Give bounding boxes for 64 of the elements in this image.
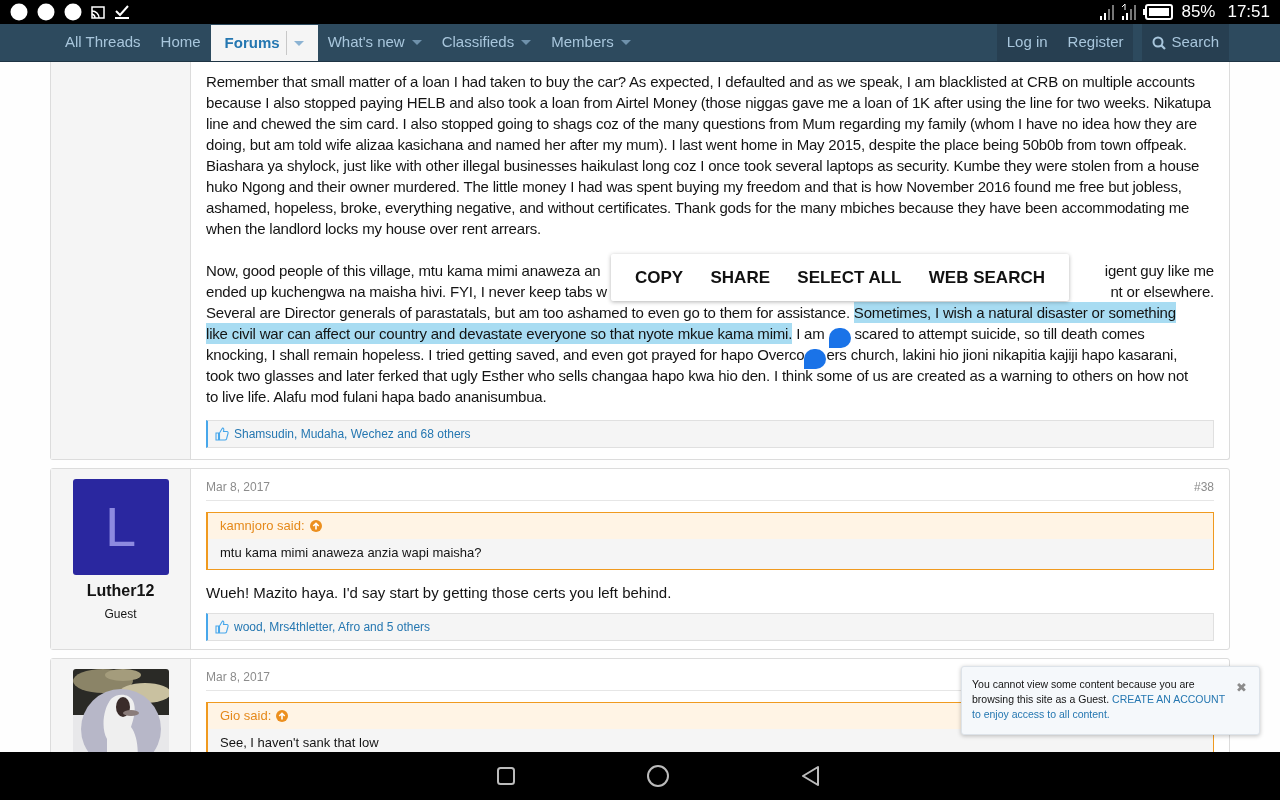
post-text: Wueh! Mazito haya. I'd say start by getting those certs you left behind.: [206, 583, 673, 603]
quote-text: mtu kama mimi anaweza anzia wapi maisha?: [208, 539, 1213, 569]
notice-link[interactable]: to enjoy access to all content.: [972, 708, 1110, 720]
post-text: ended up kuchengwa na maisha hivi. FYI, I never keep tabs w: [206, 282, 607, 302]
post-text: Several are Director generals of parastatals, but am too ashamed to even go to them for assistance.: [206, 303, 851, 323]
thumbs-up-icon: [215, 427, 229, 441]
back-icon: [800, 766, 820, 786]
menu-item[interactable]: SELECT ALL: [797, 264, 902, 291]
notification-dot-icon: [37, 3, 55, 21]
search-icon: [1152, 35, 1167, 50]
thumbs-up-icon: [215, 620, 229, 634]
download-done-icon: [114, 4, 130, 20]
notification-dot-icon: [10, 3, 28, 21]
quote-author: kamnjoro said:: [220, 517, 305, 536]
post-text: nt or elsewhere.: [1110, 282, 1214, 302]
selection-handle[interactable]: [828, 328, 851, 348]
post-text: took two glasses and later ferked that ugly Esther who sells changaa hapo kwa hio den. I think some of us are created as a warning to others on how not: [206, 366, 1189, 386]
signal-icon: [1099, 4, 1116, 20]
signal-4g-icon: [1121, 4, 1138, 20]
selection-handle[interactable]: [804, 349, 827, 369]
avatar-letter: L: [104, 494, 137, 560]
create-account-link[interactable]: CREATE AN ACCOUNT: [1112, 693, 1225, 705]
post-text: ers church, lakini hio jioni nikapitia kajiji hapo kasarani,: [826, 345, 1178, 365]
nav-tab[interactable]: What's new: [327, 31, 405, 54]
user-role: Guest: [104, 606, 137, 623]
battery-percent: 85%: [1181, 1, 1216, 24]
post-number[interactable]: #38: [1193, 478, 1214, 496]
notice-text: You cannot view some content because you are browsing this site as a Guest. CREATE AN ACCOUNT to enjoy access to all content.: [972, 677, 1226, 722]
up-arrow-circle-icon: [309, 520, 322, 532]
post-text: to live life. Alafu mod fulani hapa bado ananisumbua.: [206, 387, 547, 407]
quote-text: See, I haven't sank that low: [208, 729, 1213, 752]
nav-button[interactable]: Register: [1057, 24, 1134, 61]
recent-apps-icon: [496, 767, 515, 785]
post-text: scared to attempt suicide, so till death comes: [853, 324, 1145, 344]
menu-item[interactable]: WEB SEARCH: [928, 264, 1045, 291]
close-button[interactable]: ✖: [1236, 678, 1247, 698]
nav-tab[interactable]: Members: [551, 31, 614, 54]
nav-button[interactable]: Log in: [996, 24, 1058, 61]
battery-icon: [1143, 4, 1174, 20]
selected-text: like civil war can affect our country and devastate everyone so that nyote mkue kama mimi.: [206, 323, 793, 344]
post-text: I am: [795, 324, 826, 344]
nav-tab[interactable]: Home: [160, 31, 201, 54]
post-text: knocking, I shall remain hopeless. I tried getting saved, and even got prayed for hapo Overco: [206, 345, 805, 365]
username[interactable]: Luther12: [86, 579, 155, 603]
clock: 17:51: [1227, 1, 1270, 24]
reactions-link[interactable]: Shamsudin, Mudaha, Wechez and 68 others: [234, 425, 471, 443]
nav-tab[interactable]: All Threads: [65, 31, 141, 54]
post-text: igent guy like me: [1104, 261, 1214, 281]
up-arrow-circle-icon: [276, 710, 289, 722]
quote-author: Gio said:: [220, 707, 272, 726]
avatar[interactable]: L: [72, 479, 169, 575]
cast-icon: [91, 4, 105, 20]
search-button[interactable]: Search: [1142, 24, 1229, 61]
post-text: Remember that small matter of a loan I had taken to buy the car? As expected, I defaulted and as we speak, I am blacklisted at CRB on multiple accounts because I also stopped paying HELB and also took a loan from Airtel Money (those niggas gave me a loan of 1K after using the line for two weeks. Nikatupa line and chewed the sim card. I also stopped going to shags coz of the many questions from Mum regarding my family (whom I have no idea how they are doing, but am told wife alizaa kasichana and named her after my mum). I last went home in May 2015, despite the place being 50b0b from town offpeak. Biashara ya shylock, just like with other illegal businesses haikulast long coz I once took several laptops as security. Kumbe they were stolen from a house huko Ngong and their owner murdered. The little money I had was spent buying my freedom and that is how November 2016 found me free but jobless, ashamed, hopeless, broke, everything negative, and without certificates. Thank gods for the many mbiches because they have been accommodating me when the landlord locks my house over rent arrears.: [206, 72, 1212, 239]
post-date: Mar 8, 2017: [206, 669, 271, 686]
post-text: Now, good people of this village, mtu kama mimi anaweza an: [206, 261, 601, 281]
notification-dot-icon: [64, 3, 82, 21]
post-date: Mar 8, 2017: [206, 479, 271, 496]
menu-item[interactable]: COPY: [635, 264, 684, 291]
menu-item[interactable]: SHARE: [710, 264, 770, 291]
home-icon: [646, 765, 669, 787]
reactions-link[interactable]: wood, Mrs4thletter, Afro and 5 others: [234, 618, 431, 636]
nav-tab[interactable]: Classifieds: [441, 31, 515, 54]
selected-text: Sometimes, I wish a natural disaster or something: [853, 302, 1176, 323]
